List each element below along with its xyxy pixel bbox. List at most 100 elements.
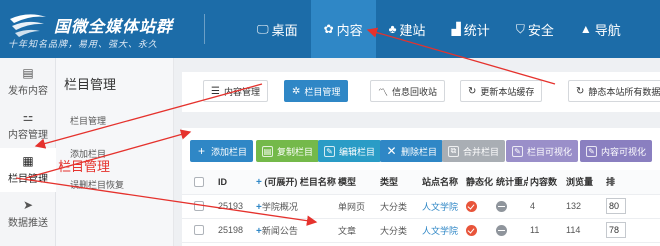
- nav-content[interactable]: ✿ 内容: [310, 0, 376, 58]
- row-site[interactable]: 人文学院: [420, 194, 464, 219]
- row-count: 11: [528, 218, 564, 243]
- icon-sidebar: ▤ 发布内容 ⚍ 内容管理 ▦ 栏目管理 ➤ 数据推送: [0, 58, 56, 246]
- stat-off-icon[interactable]: [496, 224, 507, 236]
- recycle-bin-button[interactable]: 〽 信息回收站: [370, 80, 446, 102]
- column-header[interactable]: 浏览量: [564, 170, 604, 195]
- column-table-card: + 添加栏目 ▤ 复制栏目 ✎ 编辑栏目 ✕ 删除栏目 ⧉ 合并栏目 ✎ 栏目可…: [182, 128, 660, 246]
- delete-column-button[interactable]: ✕ 删除栏目: [380, 140, 444, 162]
- button-label: 栏目可视化: [527, 146, 573, 157]
- button-label: 添加栏目: [211, 146, 248, 157]
- logo-title: 国微全媒体站群: [54, 19, 174, 36]
- navigation-icon: ▲: [579, 22, 592, 36]
- row-model: 单网页: [336, 194, 378, 219]
- send-icon: ➤: [22, 198, 34, 212]
- gear-icon: ✲: [292, 85, 301, 97]
- content-visualize-button[interactable]: ✎ 内容可视化: [580, 140, 653, 162]
- table-header-row: ID + (可展开) 栏目名称 模型 类型 站点名称 静态化 统计重点 内容数 …: [182, 170, 660, 195]
- add-column-button[interactable]: + 添加栏目: [190, 140, 254, 162]
- sidebar-item-column-manage[interactable]: ▦ 栏目管理: [0, 148, 56, 192]
- sort-input[interactable]: 78: [606, 222, 626, 238]
- column-table: ID + (可展开) 栏目名称 模型 类型 站点名称 静态化 统计重点 内容数 …: [182, 170, 660, 243]
- nav-security-label: 安全: [527, 22, 554, 38]
- row-id: 25198: [216, 218, 254, 243]
- close-icon: ✕: [386, 144, 397, 158]
- row-model: 文章: [336, 218, 378, 243]
- column-header[interactable]: 类型: [378, 170, 420, 195]
- copy-icon: ▤: [262, 145, 273, 157]
- edit-icon: ✎: [324, 145, 335, 157]
- button-label: 合并栏目: [463, 146, 500, 157]
- plus-icon: +: [197, 144, 205, 158]
- header-divider: [204, 14, 205, 44]
- column-manage-button[interactable]: ✲ 栏目管理: [284, 80, 349, 102]
- button-label: 删除栏目: [401, 146, 438, 157]
- main-nav: 🖵 桌面 ✿ 内容 ♣ 建站 ▟ 统计 ⛉ 安全 ▲ 导航: [244, 0, 634, 58]
- grid-icon: ▦: [22, 154, 34, 168]
- select-all-checkbox[interactable]: [194, 177, 204, 188]
- column-visualize-button[interactable]: ✎ 栏目可视化: [506, 140, 579, 162]
- stat-off-icon[interactable]: [496, 200, 507, 212]
- sidebar-item-label: 数据推送: [8, 218, 48, 229]
- row-count: 4: [528, 194, 564, 219]
- merge-column-button[interactable]: ⧉ 合并栏目: [442, 140, 506, 162]
- button-label: 信息回收站: [392, 86, 438, 97]
- logo[interactable]: 国微全媒体站群 十年知名品牌，易用、强大、永久: [8, 9, 208, 51]
- nav-desktop[interactable]: 🖵 桌面: [244, 0, 311, 58]
- refresh-icon: ↻: [468, 85, 477, 97]
- sidebar-item-content-manage[interactable]: ⚍ 内容管理: [0, 104, 56, 148]
- column-header[interactable]: 模型: [336, 170, 378, 195]
- nav-navigation[interactable]: ▲ 导航: [567, 0, 634, 58]
- edit-column-button[interactable]: ✎ 编辑栏目: [318, 140, 382, 162]
- row-type: 大分类: [378, 218, 420, 243]
- update-cache-button[interactable]: ↻ 更新本站缓存: [460, 80, 543, 102]
- row-site[interactable]: 人文学院: [420, 218, 464, 243]
- column-header[interactable]: 站点名称: [420, 170, 464, 195]
- expand-plus-icon: +: [256, 177, 262, 189]
- refresh-icon: ↻: [576, 85, 585, 97]
- nav-content-label: 内容: [336, 22, 363, 38]
- button-label: 内容可视化: [601, 146, 647, 157]
- subnav-item-restore-column[interactable]: 误删栏目恢复: [70, 178, 124, 191]
- row-checkbox[interactable]: [194, 201, 204, 212]
- static-all-button[interactable]: ↻ 静态本站所有数据: [568, 80, 660, 102]
- row-checkbox[interactable]: [194, 225, 204, 236]
- sidebar-item-publish[interactable]: ▤ 发布内容: [0, 60, 56, 104]
- static-on-icon[interactable]: [466, 200, 477, 212]
- monitor-icon: 🖵: [257, 21, 269, 36]
- row-views: 132: [564, 194, 604, 219]
- column-header[interactable]: 统计重点: [494, 170, 528, 195]
- button-label: 编辑栏目: [339, 146, 376, 157]
- sidebar-item-label: 发布内容: [8, 86, 48, 97]
- tree-icon: ♣: [388, 22, 397, 36]
- sidebar-item-label: 栏目管理: [8, 174, 48, 185]
- publish-icon: ▤: [22, 66, 34, 80]
- nav-build[interactable]: ♣ 建站: [376, 0, 439, 58]
- table-row[interactable]: 25193 +学院概况 单网页 大分类 人文学院 4 132 80: [182, 194, 660, 219]
- column-header[interactable]: 内容数: [528, 170, 564, 195]
- logo-icon: [10, 14, 46, 37]
- column-header[interactable]: ID: [216, 170, 254, 195]
- column-header[interactable]: 排: [604, 170, 660, 195]
- row-name[interactable]: +学院概况: [254, 194, 336, 219]
- content-manage-button[interactable]: ☰ 内容管理: [203, 80, 268, 102]
- static-on-icon[interactable]: [466, 224, 477, 236]
- row-id: 25193: [216, 194, 254, 219]
- button-label: 更新本站缓存: [480, 86, 535, 97]
- sidebar-item-push[interactable]: ➤ 数据推送: [0, 192, 56, 236]
- sort-input[interactable]: 80: [606, 198, 626, 214]
- nav-stats[interactable]: ▟ 统计: [439, 0, 503, 58]
- column-header[interactable]: + (可展开) 栏目名称: [254, 170, 336, 195]
- nav-security[interactable]: ⛉ 安全: [503, 0, 567, 58]
- annotation-label: 栏目管理: [58, 159, 111, 174]
- subnav-item-column-manage[interactable]: 栏目管理: [70, 114, 106, 127]
- table-row[interactable]: 25198 +新闻公告 文章 大分类 人文学院 11 114 78: [182, 218, 660, 243]
- button-label: 复制栏目: [277, 146, 314, 157]
- edit-icon: ✎: [512, 145, 523, 157]
- line-chart-icon: 〽: [378, 87, 388, 99]
- row-name[interactable]: +新闻公告: [254, 218, 336, 243]
- nav-navigation-label: 导航: [594, 22, 621, 38]
- copy-column-button[interactable]: ▤ 复制栏目: [256, 140, 320, 162]
- nav-desktop-label: 桌面: [271, 22, 298, 38]
- column-header[interactable]: 静态化: [464, 170, 494, 195]
- sub-sidebar-title: 栏目管理: [64, 77, 117, 92]
